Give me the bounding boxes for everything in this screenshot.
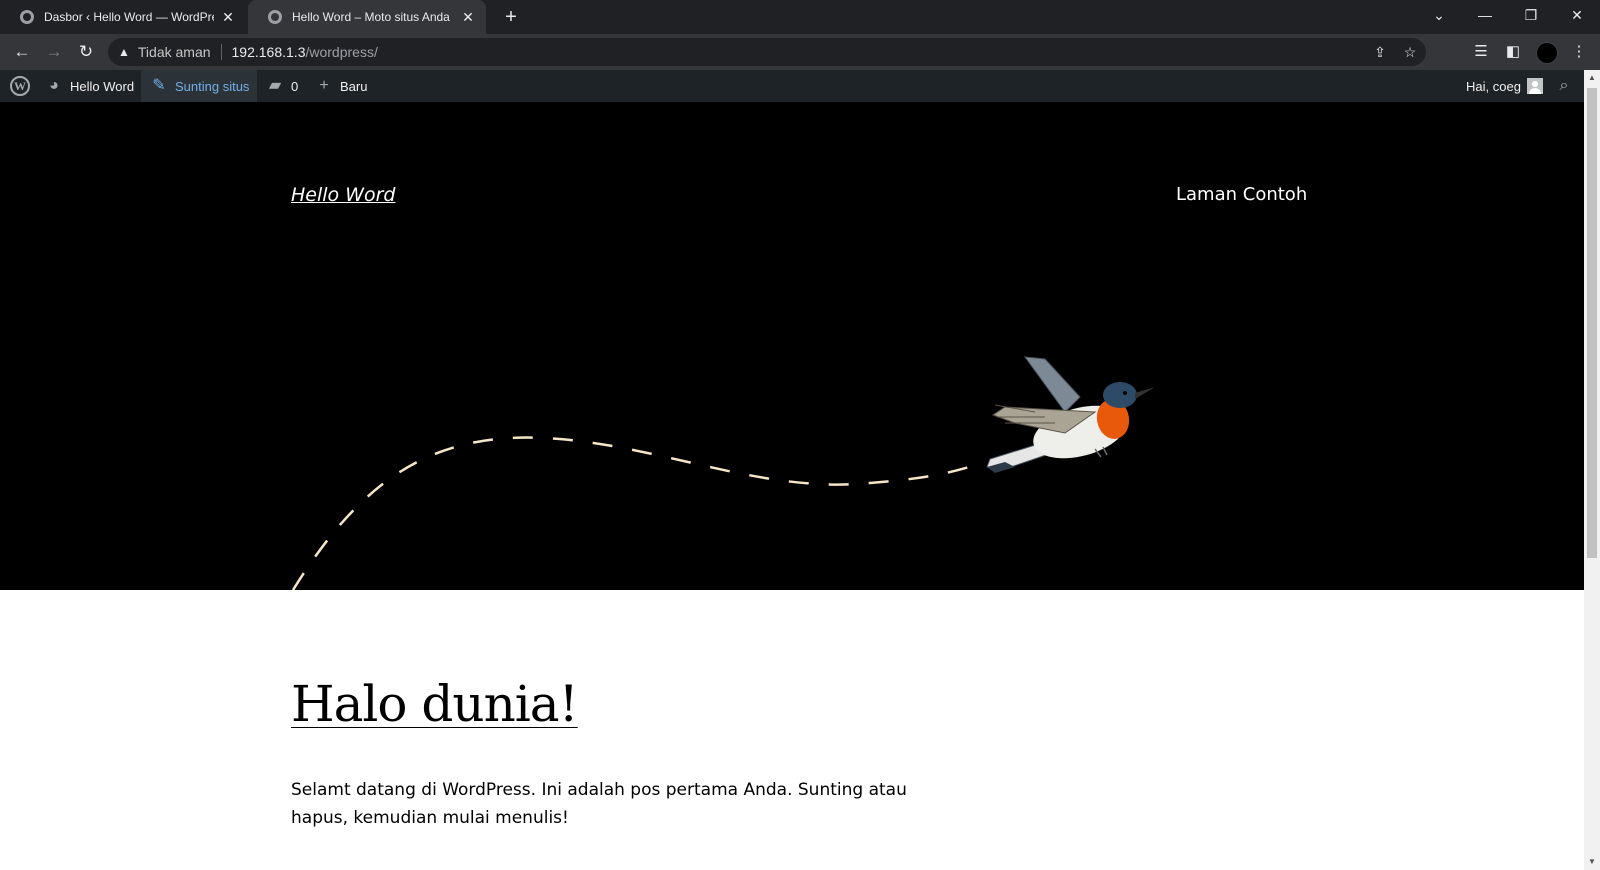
share-icon[interactable]: ⇪ xyxy=(1370,42,1390,62)
search-icon: ⌕ xyxy=(1559,77,1569,94)
globe-icon xyxy=(20,10,34,24)
vertical-scrollbar[interactable]: ▲ ▼ xyxy=(1584,70,1600,870)
comment-bubble-icon: ▰ xyxy=(268,77,282,94)
site-header: Hello Word Laman Contoh xyxy=(0,102,1584,590)
plus-icon: + xyxy=(319,77,329,94)
wp-logo-menu[interactable]: W xyxy=(2,70,38,102)
reading-list-icon[interactable]: ☰ xyxy=(1470,41,1492,63)
security-label[interactable]: Tidak aman xyxy=(138,44,211,60)
new-tab-button[interactable]: + xyxy=(500,6,522,28)
profile-avatar[interactable] xyxy=(1536,42,1558,64)
forward-button[interactable]: → xyxy=(42,40,66,64)
url-path[interactable]: /wordpress/ xyxy=(305,44,377,60)
tab-search-icon[interactable]: ⌄ xyxy=(1416,0,1462,30)
scroll-up-icon[interactable]: ▲ xyxy=(1584,70,1600,86)
greeting-label: Hai, coeg xyxy=(1466,78,1521,94)
flight-path xyxy=(291,436,986,590)
restore-button[interactable]: ❐ xyxy=(1508,0,1554,30)
address-bar[interactable]: ▲ Tidak aman 192.168.1.3 /wordpress/ ⇪ ☆ xyxy=(108,38,1426,66)
edit-site-menu[interactable]: ✎ Sunting situs xyxy=(141,70,258,102)
comments-count: 0 xyxy=(291,78,299,94)
browser-toolbar: ← → ↻ ▲ Tidak aman 192.168.1.3 /wordpres… xyxy=(0,34,1600,70)
post-body: Selamt datang di WordPress. Ini adalah p… xyxy=(291,780,907,828)
tab-title: Dasbor ‹ Hello Word — WordPress xyxy=(44,10,214,24)
warning-icon[interactable]: ▲ xyxy=(118,45,130,59)
site-name-label: Hello Word xyxy=(70,78,135,94)
close-tab-icon[interactable]: ✕ xyxy=(220,9,236,26)
side-panel-icon[interactable]: ◧ xyxy=(1502,41,1524,63)
tab-dasbor[interactable]: Dasbor ‹ Hello Word — WordPress ✕ xyxy=(0,0,246,34)
hero-illustration xyxy=(291,356,1155,590)
url-host[interactable]: 192.168.1.3 xyxy=(232,44,306,60)
bird-illustration xyxy=(986,356,1155,473)
my-account-menu[interactable]: Hai, coeg xyxy=(1458,70,1551,102)
dashboard-icon: ◕ xyxy=(49,77,59,94)
reload-button[interactable]: ↻ xyxy=(74,40,98,64)
nav-link-laman-contoh[interactable]: Laman Contoh xyxy=(1176,184,1307,205)
back-button[interactable]: ← xyxy=(10,40,34,64)
scroll-down-icon[interactable]: ▼ xyxy=(1584,854,1600,870)
minimize-button[interactable]: — xyxy=(1462,0,1508,30)
wp-admin-bar: W ◕ Hello Word ✎ Sunting situs ▰ 0 + Bar… xyxy=(0,70,1584,102)
search-menu[interactable]: ⌕ xyxy=(1546,70,1582,102)
avatar xyxy=(1526,78,1543,94)
new-content-menu[interactable]: + Baru xyxy=(306,70,375,102)
tab-hello-word[interactable]: Hello Word – Moto situs Anda bisa ✕ xyxy=(248,0,486,34)
scroll-thumb[interactable] xyxy=(1587,88,1597,558)
edit-site-label: Sunting situs xyxy=(175,78,250,94)
menu-icon[interactable]: ⋮ xyxy=(1568,41,1590,63)
page-viewport: W ◕ Hello Word ✎ Sunting situs ▰ 0 + Bar… xyxy=(0,70,1584,870)
wordpress-icon: W xyxy=(10,76,30,96)
bookmark-star-icon[interactable]: ☆ xyxy=(1400,42,1420,62)
comments-menu[interactable]: ▰ 0 xyxy=(257,70,306,102)
tab-strip: Dasbor ‹ Hello Word — WordPress ✕ Hello … xyxy=(0,0,1600,34)
new-label: Baru xyxy=(340,78,368,94)
close-tab-icon[interactable]: ✕ xyxy=(460,9,476,26)
brush-icon: ✎ xyxy=(152,77,166,94)
site-name-menu[interactable]: ◕ Hello Word xyxy=(36,70,142,102)
site-title-link[interactable]: Hello Word xyxy=(291,184,395,206)
divider xyxy=(220,44,222,60)
tab-title: Hello Word – Moto situs Anda bisa xyxy=(292,10,454,24)
post-title-link[interactable]: Halo dunia! xyxy=(291,675,579,733)
globe-icon xyxy=(268,10,282,24)
close-window-button[interactable]: ✕ xyxy=(1554,0,1600,30)
